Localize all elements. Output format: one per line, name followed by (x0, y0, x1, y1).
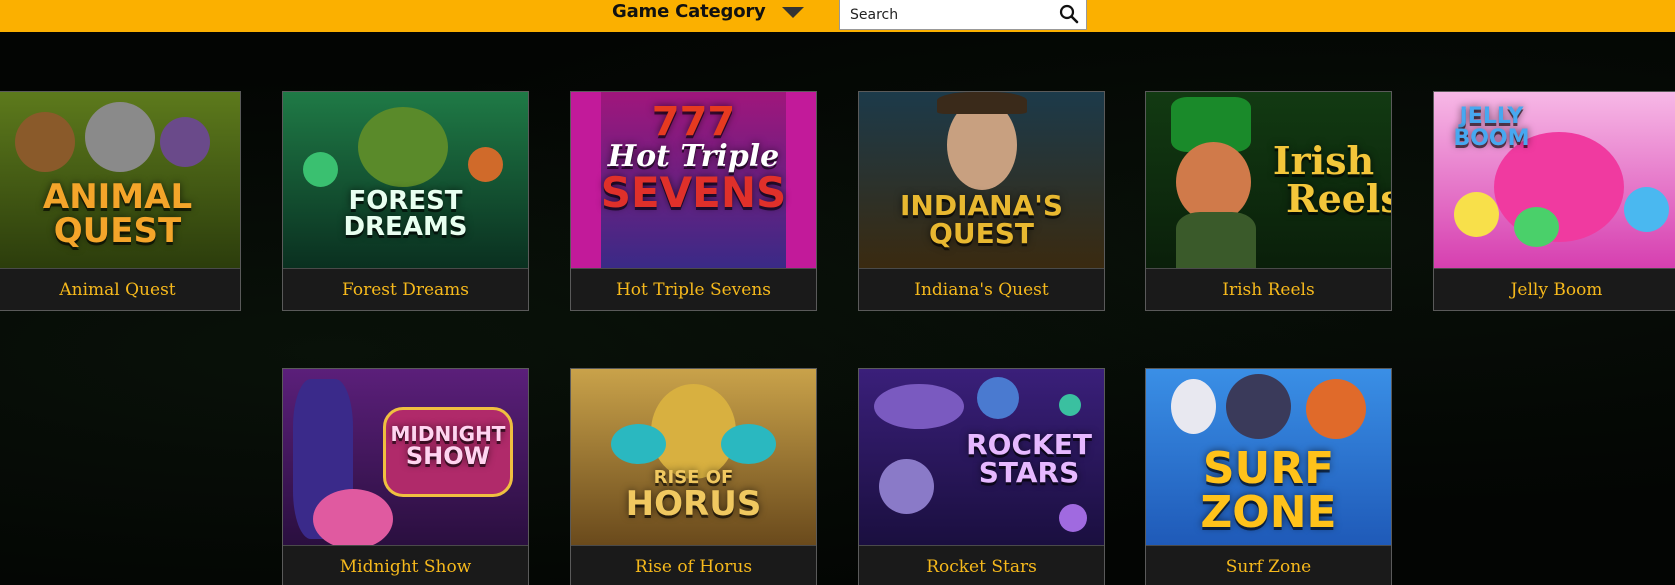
game-thumbnail: JELLY BOOM (1434, 92, 1675, 268)
game-logo: RISE OF HORUS (625, 467, 762, 524)
game-title: Irish Reels (1146, 268, 1391, 310)
game-title: Rise of Horus (571, 545, 816, 585)
chevron-down-icon (781, 6, 804, 18)
game-tile-midnight-show[interactable]: MIDNIGHT SHOW Midnight Show (282, 368, 529, 585)
game-category-label: Game Category (612, 0, 766, 22)
game-thumbnail: SURF ZONE (1146, 369, 1391, 545)
game-logo: 777 Hot Triple SEVENS (600, 99, 787, 217)
game-thumbnail: INDIANA'S QUEST (859, 92, 1104, 268)
game-tile-irish-reels[interactable]: Irish Reels Irish Reels (1145, 91, 1392, 311)
game-title: Surf Zone (1146, 545, 1391, 585)
game-logo: ANIMAL QUEST (42, 177, 193, 251)
game-title: Rocket Stars (859, 545, 1104, 585)
game-title: Animal Quest (0, 268, 240, 310)
game-logo: JELLY BOOM (1453, 104, 1530, 151)
game-title: Midnight Show (283, 545, 528, 585)
game-thumbnail: ANIMAL QUEST (0, 92, 240, 268)
game-tile-forest-dreams[interactable]: FOREST DREAMS Forest Dreams (282, 91, 529, 311)
game-thumbnail: FOREST DREAMS (283, 92, 528, 268)
game-logo: MIDNIGHT SHOW (390, 422, 506, 470)
game-thumbnail: Irish Reels (1146, 92, 1391, 268)
game-thumbnail: ROCKET STARS (859, 369, 1104, 545)
game-tile-surf-zone[interactable]: SURF ZONE Surf Zone (1145, 368, 1392, 585)
game-tile-indianas-quest[interactable]: INDIANA'S QUEST Indiana's Quest (858, 91, 1105, 311)
game-tile-rocket-stars[interactable]: ROCKET STARS Rocket Stars (858, 368, 1105, 585)
game-title: Jelly Boom (1434, 268, 1675, 310)
game-title: Hot Triple Sevens (571, 268, 816, 310)
game-logo: SURF ZONE (1200, 443, 1337, 538)
search-box (839, 0, 1087, 30)
game-title: Forest Dreams (283, 268, 528, 310)
game-thumbnail: 777 Hot Triple SEVENS (571, 92, 816, 268)
game-thumbnail: RISE OF HORUS (571, 369, 816, 545)
game-tile-jelly-boom[interactable]: JELLY BOOM Jelly Boom (1433, 91, 1675, 311)
game-lobby: Game Category ANIMALQUEST Animal Quest (0, 0, 1675, 585)
search-icon[interactable] (1057, 2, 1081, 26)
game-logo: FOREST DREAMS (343, 186, 468, 242)
game-logo: Irish Reels (1272, 138, 1391, 221)
game-tile-hot-triple-sevens[interactable]: 777 Hot Triple SEVENS Hot Triple Sevens (570, 91, 817, 311)
game-title: Indiana's Quest (859, 268, 1104, 310)
game-category-dropdown[interactable]: Game Category (612, 0, 804, 22)
top-bar: Game Category (0, 0, 1675, 32)
game-tile-animal-quest[interactable]: ANIMAL QUEST Animal Quest (0, 91, 241, 311)
game-logo: ROCKET STARS (966, 428, 1092, 489)
game-logo: INDIANA'S QUEST (899, 189, 1064, 250)
game-tile-rise-of-horus[interactable]: RISE OF HORUS Rise of Horus (570, 368, 817, 585)
search-input[interactable] (840, 1, 1050, 28)
game-thumbnail: MIDNIGHT SHOW (283, 369, 528, 545)
